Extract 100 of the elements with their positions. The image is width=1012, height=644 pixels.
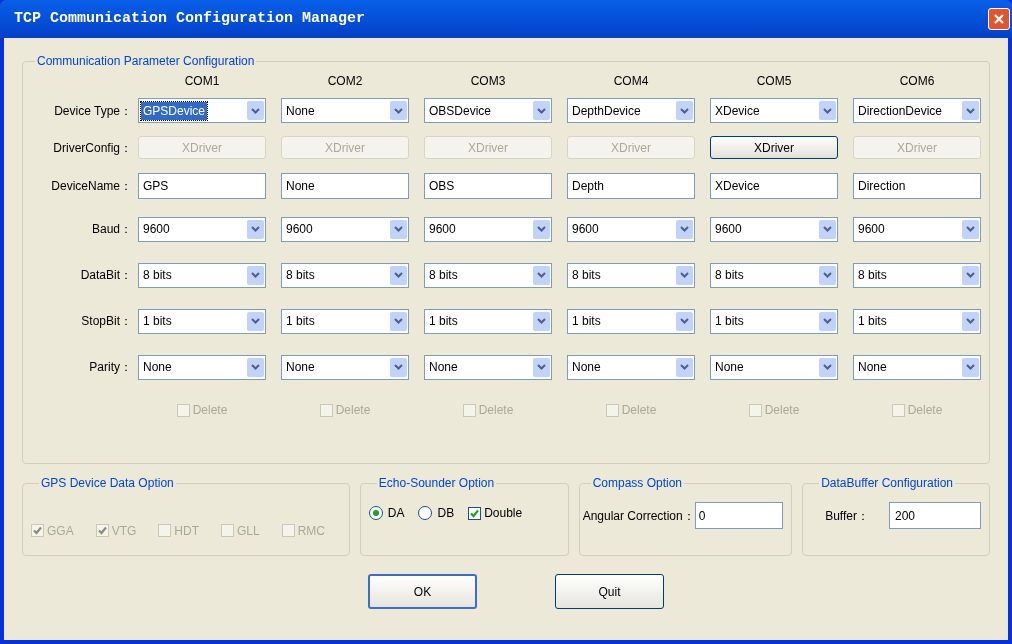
- device-name-field[interactable]: OBS: [424, 173, 552, 199]
- row-label: Baud：: [91, 221, 132, 238]
- dropdown-value: 1 bits: [142, 313, 173, 330]
- dropdown[interactable]: XDevice: [710, 98, 838, 123]
- dropdown-value: OBSDevice: [428, 102, 493, 120]
- group-title: Compass Option: [591, 475, 683, 492]
- group-title: Echo-Sounder Option: [377, 475, 496, 492]
- device-name-field[interactable]: XDevice: [710, 173, 838, 199]
- row-label: DriverConfig：: [53, 139, 132, 157]
- field-label: Angular Correction：: [582, 507, 695, 525]
- device-name-field[interactable]: GPS: [138, 173, 266, 199]
- dropdown[interactable]: 9600: [567, 216, 695, 242]
- dropdown[interactable]: 9600: [424, 216, 552, 242]
- dropdown-value: None: [285, 102, 316, 120]
- dropdown[interactable]: None: [424, 354, 552, 380]
- dropdown[interactable]: DepthDevice: [567, 98, 695, 123]
- driver-button[interactable]: XDriver: [710, 136, 838, 159]
- dropdown[interactable]: 9600: [138, 216, 266, 242]
- dropdown-value: XDevice: [714, 102, 761, 120]
- column-header: COM2: [327, 73, 363, 90]
- radio-button[interactable]: [418, 506, 433, 520]
- dropdown-value: DepthDevice: [571, 102, 642, 120]
- checkbox-label: RMC: [297, 522, 326, 540]
- dropdown-value: 1 bits: [571, 313, 602, 330]
- window-title: TCP Communication Configuration Manager: [14, 8, 366, 29]
- dropdown-value: DirectionDevice: [857, 102, 944, 120]
- checkbox-label: HDT: [174, 522, 199, 540]
- row-label: Parity：: [89, 359, 132, 376]
- dropdown[interactable]: 1 bits: [138, 308, 266, 334]
- dropdown-value: 9600: [428, 221, 457, 238]
- close-button[interactable]: [988, 8, 1010, 30]
- dropdown[interactable]: 8 bits: [138, 262, 266, 288]
- device-name-field[interactable]: None: [281, 173, 409, 199]
- dropdown[interactable]: 8 bits: [281, 262, 409, 288]
- dropdown[interactable]: 1 bits: [424, 308, 552, 334]
- dropdown[interactable]: 1 bits: [853, 308, 981, 334]
- field-label: Buffer：: [825, 507, 869, 525]
- dropdown-value: 8 bits: [714, 267, 745, 284]
- dropdown-value: None: [571, 359, 602, 376]
- row-label: StopBit：: [81, 313, 132, 330]
- dropdown-value: None: [285, 359, 316, 376]
- dropdown[interactable]: 9600: [853, 216, 981, 242]
- dropdown[interactable]: 1 bits: [710, 308, 838, 334]
- dropdown-value: 9600: [571, 221, 600, 238]
- checkbox-label: Delete: [621, 402, 657, 419]
- dropdown-value: 9600: [857, 221, 886, 238]
- dropdown-value: 1 bits: [857, 313, 888, 330]
- dialog-button[interactable]: Quit: [555, 574, 664, 609]
- dropdown[interactable]: 8 bits: [567, 262, 695, 288]
- checkbox-label: Delete: [764, 402, 800, 419]
- row-label: DataBit：: [80, 267, 132, 284]
- dropdown[interactable]: DirectionDevice: [853, 98, 981, 123]
- checkbox-label: Delete: [192, 402, 228, 419]
- dropdown-value: 9600: [714, 221, 743, 238]
- dropdown[interactable]: 8 bits: [424, 262, 552, 288]
- dropdown[interactable]: None: [567, 354, 695, 380]
- checkbox[interactable]: [468, 506, 482, 520]
- device-name-field[interactable]: Direction: [853, 173, 981, 199]
- dialog-button[interactable]: OK: [368, 574, 477, 609]
- dropdown-value: 1 bits: [714, 313, 745, 330]
- checkbox-label: GGA: [47, 522, 74, 540]
- dropdown[interactable]: GPSDevice: [138, 98, 266, 123]
- dropdown[interactable]: 1 bits: [281, 308, 409, 334]
- dropdown[interactable]: 9600: [281, 216, 409, 242]
- column-header: COM5: [756, 73, 792, 90]
- dropdown-value: 9600: [142, 221, 171, 238]
- dropdown[interactable]: 9600: [710, 216, 838, 242]
- radio-label: DB: [437, 505, 455, 522]
- close-icon: [993, 13, 1005, 25]
- dropdown[interactable]: OBSDevice: [424, 98, 552, 123]
- checkbox-label: Delete: [335, 402, 371, 419]
- dropdown[interactable]: None: [710, 354, 838, 380]
- column-header: COM4: [613, 73, 649, 90]
- device-name-field[interactable]: Depth: [567, 173, 695, 199]
- dropdown[interactable]: None: [281, 98, 409, 123]
- dropdown-value: GPSDevice: [141, 101, 208, 120]
- group-title: DataBuffer Configuration: [820, 475, 955, 492]
- dropdown[interactable]: 1 bits: [567, 308, 695, 334]
- dropdown[interactable]: None: [281, 354, 409, 380]
- dropdown-value: None: [714, 359, 745, 376]
- dropdown[interactable]: 8 bits: [853, 262, 981, 288]
- radio-button[interactable]: [368, 506, 383, 520]
- dropdown[interactable]: 8 bits: [710, 262, 838, 288]
- buffer-field[interactable]: 200: [889, 502, 981, 529]
- checkbox-label: Delete: [907, 402, 943, 419]
- row-label: Device Type：: [54, 102, 132, 120]
- dropdown-value: 9600: [285, 221, 314, 238]
- dropdown-value: None: [142, 359, 173, 376]
- group-title: Communication Parameter Configuration: [36, 53, 256, 70]
- checkbox-label: VTG: [111, 522, 137, 540]
- checkbox-label: Double: [484, 505, 523, 522]
- dropdown-value: 1 bits: [285, 313, 316, 330]
- group-title: GPS Device Data Option: [40, 475, 175, 492]
- angular-correction-field[interactable]: 0: [694, 502, 783, 529]
- dropdown[interactable]: None: [138, 354, 266, 380]
- dropdown-value: 1 bits: [428, 313, 459, 330]
- dropdown[interactable]: None: [853, 354, 981, 380]
- dropdown-value: 8 bits: [142, 267, 173, 284]
- column-header: COM1: [184, 73, 220, 90]
- dropdown-value: 8 bits: [857, 267, 888, 284]
